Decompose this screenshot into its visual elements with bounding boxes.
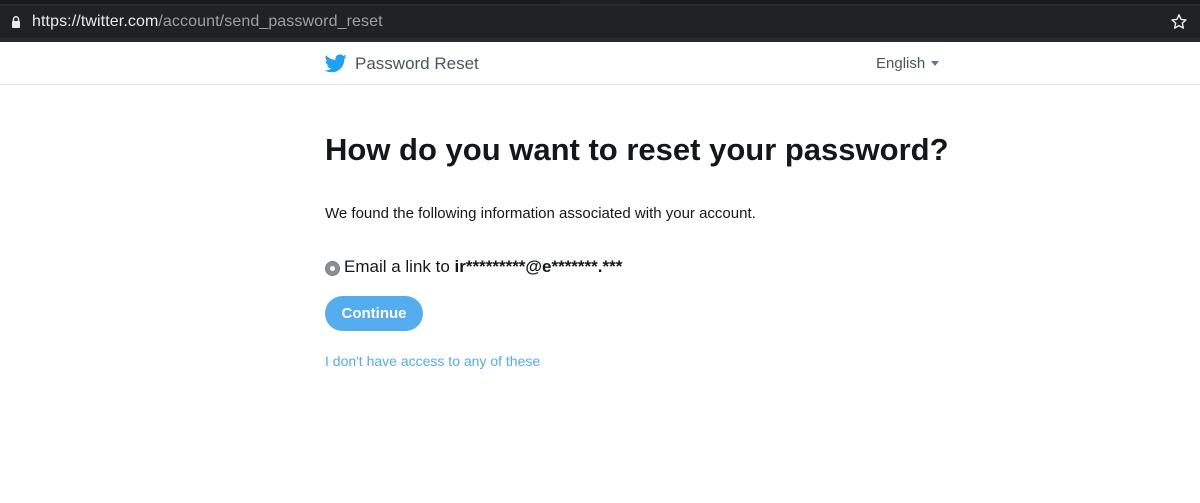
language-dropdown[interactable]: English	[876, 54, 940, 74]
language-label: English	[876, 55, 926, 72]
tab-strip	[0, 0, 1200, 4]
site-header: Password Reset English	[0, 42, 1200, 85]
no-access-link[interactable]: I don't have access to any of these	[325, 352, 540, 370]
browser-toolbar: https://twitter.com/account/send_passwor…	[0, 0, 1200, 42]
url-scheme: https://	[32, 13, 81, 30]
continue-button[interactable]: Continue	[325, 296, 423, 331]
page-title: Password Reset	[355, 54, 479, 73]
radio-selected-dot	[330, 266, 335, 271]
lock-icon[interactable]	[9, 15, 23, 29]
email-option-radio[interactable]	[325, 261, 340, 276]
tab-edge-right	[640, 0, 1200, 4]
tab-edge-left	[0, 0, 560, 4]
bookmark-star-icon[interactable]	[1170, 13, 1188, 31]
address-bar[interactable]: https://twitter.com/account/send_passwor…	[0, 6, 1200, 38]
twitter-bird-icon[interactable]	[325, 54, 347, 73]
url-host: twitter.com	[80, 13, 159, 30]
email-option-label[interactable]: Email a link to ir*********@e*******.***	[344, 256, 622, 278]
masked-email: ir*********@e*******.***	[454, 257, 623, 276]
chevron-down-icon	[931, 60, 940, 66]
address-url[interactable]: https://twitter.com/account/send_passwor…	[32, 12, 383, 32]
url-path: /account/send_password_reset	[158, 13, 383, 30]
reset-description: We found the following information assoc…	[325, 205, 756, 222]
email-option-prefix: Email a link to	[344, 257, 455, 276]
reset-headline: How do you want to reset your password?	[325, 132, 949, 167]
